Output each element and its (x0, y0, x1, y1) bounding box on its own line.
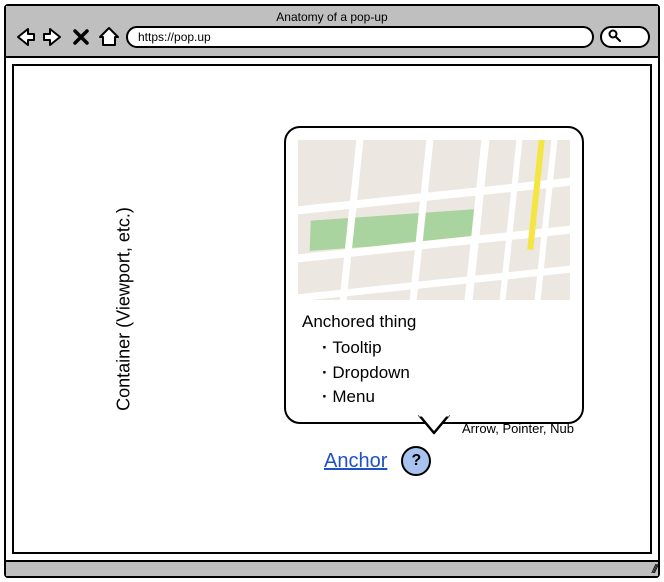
container-label: Container (Viewport, etc.) (113, 207, 134, 411)
url-input[interactable]: https://pop.up (126, 26, 594, 48)
arrow-icon (417, 415, 451, 440)
browser-chrome: Anatomy of a pop-up https://pop.up (6, 6, 658, 58)
list-item: Tooltip (322, 336, 566, 361)
anchor-link[interactable]: Anchor (324, 450, 387, 473)
stop-icon[interactable] (70, 26, 92, 48)
popup: Anchored thing Tooltip Dropdown Menu (284, 126, 584, 424)
list-item: Menu (322, 385, 566, 410)
arrow-label: Arrow, Pointer, Nub (462, 421, 574, 436)
window-title: Anatomy of a pop-up (14, 10, 650, 24)
search-pill[interactable] (600, 26, 650, 48)
popup-body: Anchored thing Tooltip Dropdown Menu (286, 312, 582, 410)
popup-heading: Anchored thing (302, 312, 566, 332)
help-icon[interactable]: ? (401, 446, 431, 476)
viewport: Container (Viewport, etc.) Anchored thin… (12, 64, 652, 554)
toolbar: https://pop.up (14, 26, 650, 48)
back-icon[interactable] (14, 26, 36, 48)
search-icon (608, 29, 621, 45)
browser-window: Anatomy of a pop-up https://pop.up (4, 4, 660, 578)
forward-icon[interactable] (42, 26, 64, 48)
help-glyph: ? (411, 452, 421, 470)
map-image (298, 140, 570, 300)
anchor-row: Anchor ? (324, 446, 431, 476)
status-bar: /// (6, 560, 658, 576)
list-item: Dropdown (322, 361, 566, 386)
resize-grip-icon[interactable]: /// (652, 562, 656, 576)
popup-list: Tooltip Dropdown Menu (302, 336, 566, 410)
url-text: https://pop.up (138, 30, 211, 44)
home-icon[interactable] (98, 26, 120, 48)
